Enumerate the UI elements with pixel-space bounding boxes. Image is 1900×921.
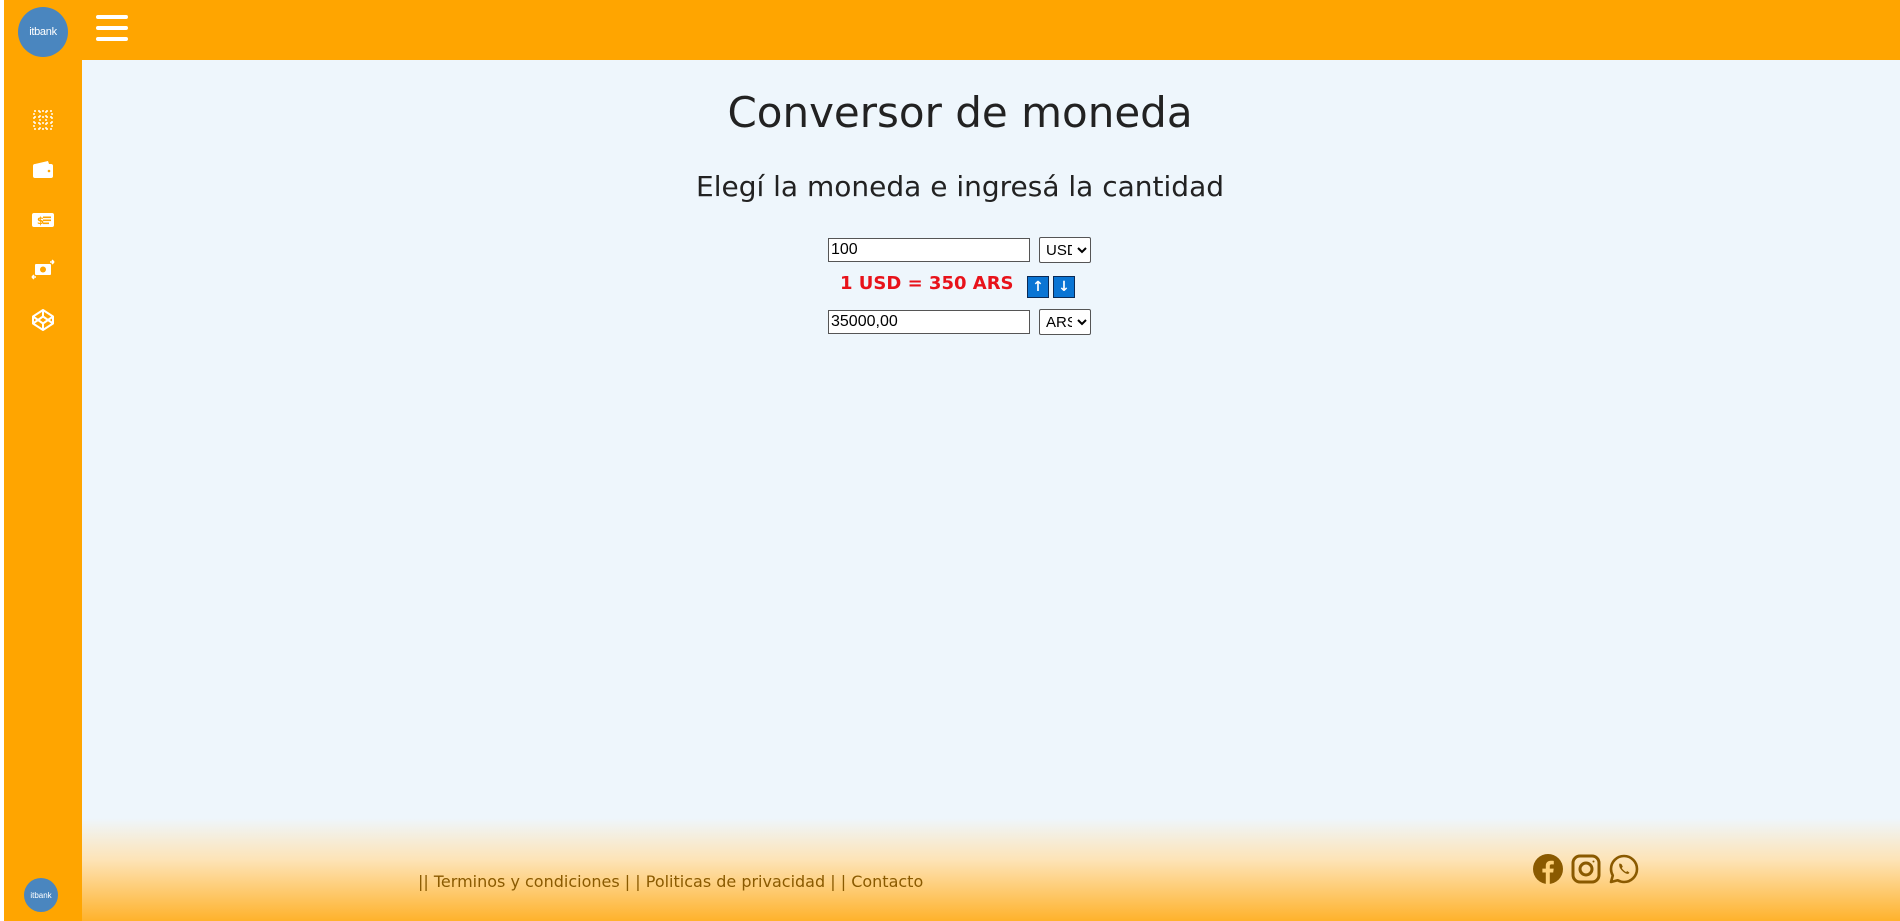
top-bar (4, 0, 1900, 60)
brand-logo-small[interactable]: itbank (24, 878, 58, 912)
footer-separator: | (635, 872, 646, 891)
contact-link[interactable]: Contacto (851, 872, 923, 891)
from-currency-select[interactable]: USD (1039, 237, 1091, 263)
from-amount-input[interactable] (828, 238, 1030, 262)
logo-text: itbank (29, 26, 57, 38)
dollar-card-icon[interactable]: $ (31, 208, 55, 232)
social-links (1532, 853, 1640, 885)
currency-exchange-icon[interactable] (31, 258, 55, 282)
svg-text:$: $ (37, 216, 44, 227)
whatsapp-icon[interactable] (1608, 853, 1640, 885)
to-currency-select[interactable]: ARS (1039, 309, 1091, 335)
codepen-icon[interactable] (31, 308, 55, 332)
arrow-up-button[interactable]: ↑ (1027, 276, 1049, 298)
footer-separator: | (825, 872, 841, 891)
instagram-icon[interactable] (1570, 853, 1602, 885)
footer-separator: | (619, 872, 636, 891)
footer-separator: || (418, 872, 434, 891)
facebook-icon[interactable] (1532, 853, 1564, 885)
page-title: Conversor de moneda (727, 88, 1193, 137)
to-amount-input[interactable] (828, 310, 1030, 334)
footer-separator: | (840, 872, 852, 891)
sidebar (4, 0, 82, 921)
logo-text-small: itbank (30, 890, 52, 900)
arrow-down-button[interactable]: ↓ (1053, 276, 1075, 298)
page-subtitle: Elegí la moneda e ingresá la cantidad (696, 170, 1224, 203)
brand-logo[interactable]: itbank (18, 7, 68, 57)
footer-links: || Terminos y condiciones | | Politicas … (418, 872, 923, 891)
hamburger-menu-icon[interactable] (96, 15, 128, 45)
privacy-link[interactable]: Politicas de privacidad (646, 872, 825, 891)
exchange-rate-label: 1 USD = 350 ARS (840, 273, 1014, 294)
terms-link[interactable]: Terminos y condiciones (434, 872, 620, 891)
